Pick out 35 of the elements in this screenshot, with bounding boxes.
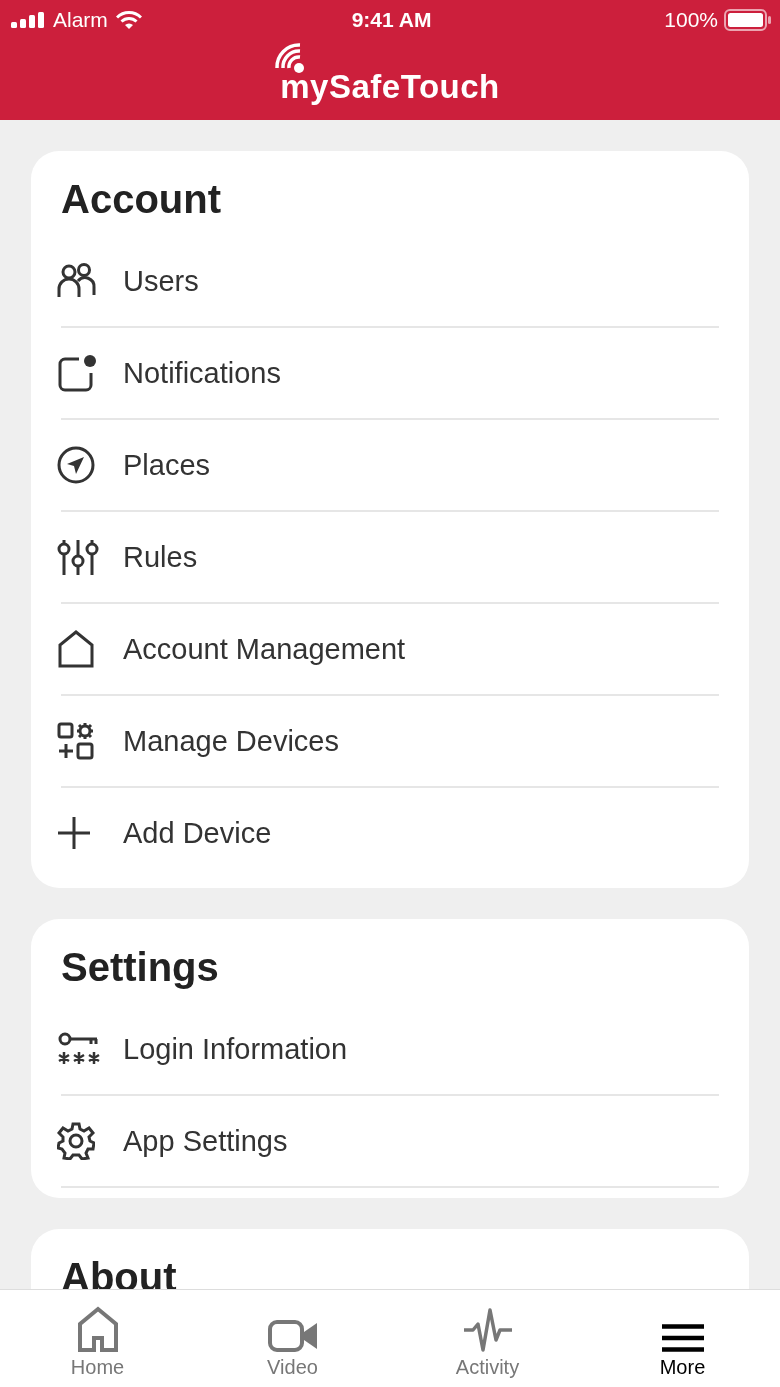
notification-dot-icon [57, 354, 97, 392]
tab-item[interactable]: Home [0, 1290, 195, 1387]
key-password-icon [57, 1032, 101, 1066]
house-outline-icon [57, 630, 95, 668]
battery-percent: 100% [664, 8, 718, 32]
sliders-icon [57, 538, 99, 576]
menu-item[interactable]: Rules [61, 512, 719, 604]
video-camera-icon [267, 1320, 318, 1352]
menu-item[interactable]: App Settings [61, 1096, 719, 1188]
tab-item[interactable]: Video [195, 1290, 390, 1387]
menu-item[interactable]: Places [61, 420, 719, 512]
section-title: Settings [61, 945, 220, 990]
settings-icon [57, 1122, 95, 1160]
menu-item[interactable]: Manage Devices [61, 696, 719, 788]
users-icon [57, 263, 97, 299]
menu-item[interactable]: Account Management [61, 604, 719, 696]
tab-item[interactable]: More [585, 1290, 780, 1387]
home-icon [76, 1306, 119, 1352]
pulse-icon [462, 1308, 513, 1352]
device-grid-icon [57, 722, 95, 760]
plus-icon [57, 816, 91, 850]
app-logo: mySafeTouch [280, 68, 500, 106]
menu-item[interactable]: Login Information [61, 1004, 719, 1096]
signal-arcs-icon [274, 42, 305, 74]
signal-icon [11, 12, 45, 28]
tab-item[interactable]: Activity [390, 1290, 585, 1387]
menu-icon [661, 1324, 704, 1352]
battery-icon [724, 9, 772, 31]
menu-item[interactable]: Users [61, 236, 719, 328]
menu-item[interactable]: Add Device [61, 788, 719, 878]
wifi-icon [115, 10, 142, 30]
carrier-name: Alarm [53, 8, 108, 32]
section-title: Account [61, 177, 222, 222]
menu-item[interactable]: Notifications [61, 328, 719, 420]
status-time: 9:41 AM [351, 8, 432, 32]
